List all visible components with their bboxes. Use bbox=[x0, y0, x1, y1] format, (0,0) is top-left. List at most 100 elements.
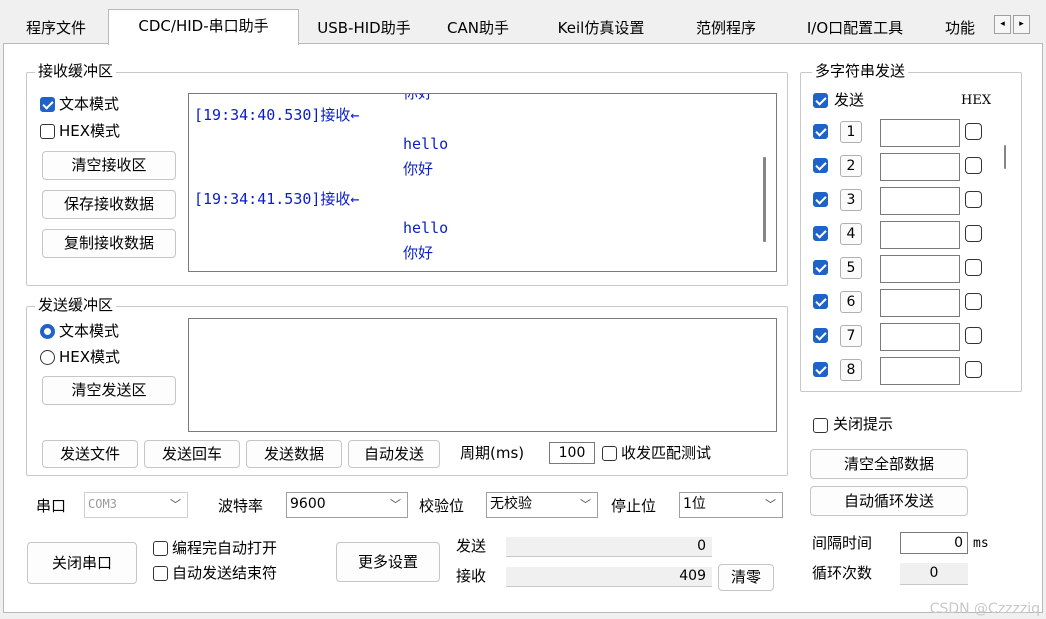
match-test-checkbox[interactable] bbox=[602, 446, 617, 461]
send-legend: 发送缓冲区 bbox=[35, 296, 117, 314]
multi-row-hex-checkbox[interactable] bbox=[965, 157, 982, 174]
rx-label: 接收 bbox=[456, 567, 487, 585]
multi-row-send-button[interactable]: 1 bbox=[840, 121, 862, 143]
auto-end-checkbox[interactable] bbox=[153, 566, 168, 581]
multi-row-send-button[interactable]: 2 bbox=[840, 155, 862, 177]
tab-scroll-right-icon[interactable]: ▸ bbox=[1013, 15, 1030, 34]
baud-label: 波特率 bbox=[218, 497, 264, 515]
receive-hex-mode-checkbox[interactable] bbox=[40, 124, 55, 139]
multi-send-scrollbar[interactable] bbox=[1004, 145, 1006, 169]
baud-select[interactable]: 9600 ﹀ bbox=[286, 492, 408, 518]
reset-counter-button[interactable]: 清零 bbox=[718, 564, 774, 591]
receive-text-mode-checkbox[interactable] bbox=[40, 97, 55, 112]
copy-receive-button[interactable]: 复制接收数据 bbox=[42, 229, 176, 258]
receive-line: hello bbox=[403, 219, 449, 237]
multi-row-input[interactable] bbox=[880, 119, 960, 147]
loop-count-value: 0 bbox=[900, 563, 968, 585]
multi-row-hex-checkbox[interactable] bbox=[965, 259, 982, 276]
clear-receive-button[interactable]: 清空接收区 bbox=[42, 151, 176, 180]
multi-row-input[interactable] bbox=[880, 357, 960, 385]
chevron-down-icon: ﹀ bbox=[765, 498, 776, 511]
interval-input[interactable]: 0 bbox=[900, 532, 968, 554]
chevron-down-icon: ﹀ bbox=[580, 498, 591, 511]
multi-row-hex-checkbox[interactable] bbox=[965, 361, 982, 378]
port-label: 串口 bbox=[36, 497, 67, 515]
interval-unit: ms bbox=[973, 536, 989, 551]
receive-scrollbar[interactable] bbox=[763, 157, 766, 242]
multi-row-checkbox[interactable] bbox=[813, 158, 828, 173]
multi-row-send-button[interactable]: 8 bbox=[840, 359, 862, 381]
receive-line: [19:34:41.530]接收← bbox=[194, 190, 360, 208]
stop-bits-select[interactable]: 1位 ﹀ bbox=[679, 492, 783, 518]
receive-hex-mode-label: HEX模式 bbox=[59, 122, 121, 140]
receive-line: 你好 bbox=[403, 244, 434, 262]
multi-row-send-button[interactable]: 5 bbox=[840, 257, 862, 279]
multi-row-checkbox[interactable] bbox=[813, 192, 828, 207]
tab-can[interactable]: CAN助手 bbox=[430, 14, 526, 44]
send-textarea[interactable] bbox=[188, 318, 777, 432]
watermark: CSDN @Czzzziq bbox=[929, 601, 1040, 617]
clear-all-data-button[interactable]: 清空全部数据 bbox=[810, 449, 968, 479]
multi-row-hex-checkbox[interactable] bbox=[965, 293, 982, 310]
multi-row-input[interactable] bbox=[880, 221, 960, 249]
send-data-button[interactable]: 发送数据 bbox=[246, 440, 342, 468]
multi-row-checkbox[interactable] bbox=[813, 328, 828, 343]
clear-send-button[interactable]: 清空发送区 bbox=[42, 376, 176, 405]
receive-textarea[interactable]: 你好 [19:34:40.530]接收← hello 你好 [19:34:41.… bbox=[188, 93, 777, 272]
auto-open-label: 编程完自动打开 bbox=[172, 539, 278, 557]
multi-row-send-button[interactable]: 6 bbox=[840, 291, 862, 313]
send-file-button[interactable]: 发送文件 bbox=[42, 440, 138, 468]
multi-row-input[interactable] bbox=[880, 323, 960, 351]
tab-functions[interactable]: 功能 bbox=[935, 14, 995, 44]
multi-row-hex-checkbox[interactable] bbox=[965, 327, 982, 344]
multi-row-send-button[interactable]: 4 bbox=[840, 223, 862, 245]
auto-end-label: 自动发送结束符 bbox=[172, 564, 278, 582]
more-settings-button[interactable]: 更多设置 bbox=[336, 542, 440, 582]
multi-row-send-button[interactable]: 7 bbox=[840, 325, 862, 347]
multi-row-input[interactable] bbox=[880, 289, 960, 317]
loop-count-label: 循环次数 bbox=[812, 564, 873, 582]
parity-select[interactable]: 无校验 ﹀ bbox=[486, 492, 598, 518]
send-enter-button[interactable]: 发送回车 bbox=[144, 440, 240, 468]
multi-row-checkbox[interactable] bbox=[813, 362, 828, 377]
multi-row-input[interactable] bbox=[880, 153, 960, 181]
multi-row-hex-checkbox[interactable] bbox=[965, 191, 982, 208]
multi-row-checkbox[interactable] bbox=[813, 294, 828, 309]
tab-usb-hid[interactable]: USB-HID助手 bbox=[302, 14, 426, 44]
multi-row-checkbox[interactable] bbox=[813, 260, 828, 275]
auto-send-button[interactable]: 自动发送 bbox=[348, 440, 440, 468]
send-hex-mode-radio[interactable] bbox=[40, 350, 55, 365]
multi-row-hex-checkbox[interactable] bbox=[965, 225, 982, 242]
period-label: 周期(ms) bbox=[460, 444, 525, 462]
close-port-button[interactable]: 关闭串口 bbox=[27, 542, 137, 584]
tab-scroll-left-icon[interactable]: ◂ bbox=[994, 15, 1011, 34]
tab-keil-sim[interactable]: Keil仿真设置 bbox=[531, 14, 671, 44]
multi-row-input[interactable] bbox=[880, 255, 960, 283]
port-select[interactable]: COM3 ﹀ bbox=[84, 492, 188, 518]
multi-send-all-checkbox[interactable] bbox=[813, 93, 828, 108]
tab-examples[interactable]: 范例程序 bbox=[676, 14, 776, 44]
tab-io-config[interactable]: I/O口配置工具 bbox=[780, 14, 930, 44]
period-input[interactable]: 100 bbox=[549, 442, 595, 464]
multi-row-checkbox[interactable] bbox=[813, 124, 828, 139]
multi-row-input[interactable] bbox=[880, 187, 960, 215]
multi-row-checkbox[interactable] bbox=[813, 226, 828, 241]
baud-value: 9600 bbox=[290, 496, 326, 512]
multi-send-legend: 多字符串发送 bbox=[812, 62, 909, 80]
close-hint-label: 关闭提示 bbox=[833, 415, 894, 433]
send-text-mode-radio[interactable] bbox=[40, 324, 55, 339]
tx-label: 发送 bbox=[456, 537, 487, 555]
multi-row-hex-checkbox[interactable] bbox=[965, 123, 982, 140]
receive-line: hello bbox=[403, 135, 449, 153]
receive-line: 你好 bbox=[403, 160, 434, 178]
receive-text-mode-label: 文本模式 bbox=[59, 95, 120, 113]
auto-loop-send-button[interactable]: 自动循环发送 bbox=[810, 486, 968, 516]
close-hint-checkbox[interactable] bbox=[813, 418, 828, 433]
auto-open-checkbox[interactable] bbox=[153, 541, 168, 556]
receive-line: [19:34:40.530]接收← bbox=[194, 106, 360, 124]
tab-cdc-hid-serial[interactable]: CDC/HID-串口助手 bbox=[108, 9, 299, 45]
multi-row-send-button[interactable]: 3 bbox=[840, 189, 862, 211]
save-receive-button[interactable]: 保存接收数据 bbox=[42, 190, 176, 219]
tab-program-files[interactable]: 程序文件 bbox=[6, 14, 106, 44]
interval-label: 间隔时间 bbox=[812, 534, 873, 552]
